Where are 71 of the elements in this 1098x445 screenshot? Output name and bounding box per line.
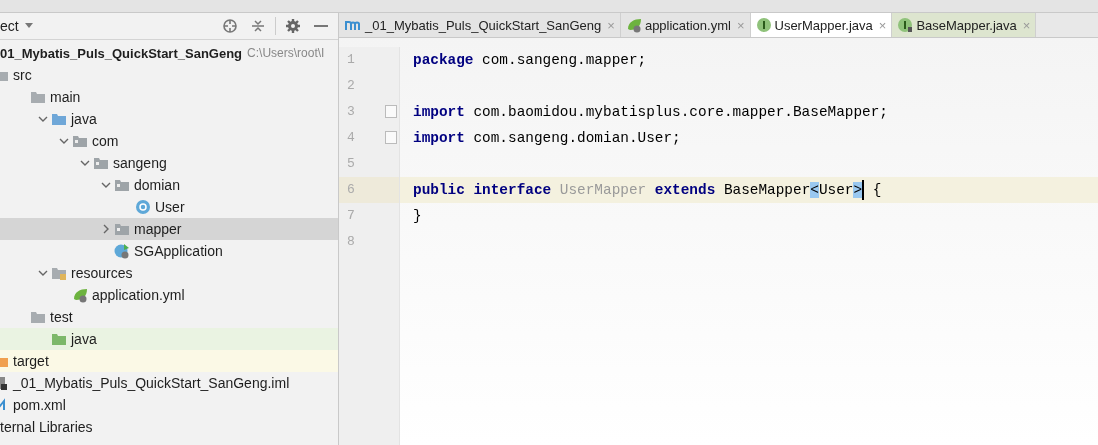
resources-folder-icon <box>51 265 67 281</box>
caret-icon[interactable] <box>24 23 33 29</box>
editor-tab[interactable]: UserMapper.java × <box>750 13 893 37</box>
tree-label: java <box>71 111 97 127</box>
tree-row[interactable]: pom.xml <box>0 394 338 416</box>
line-number: 8 <box>346 233 356 251</box>
project-name: 01_Mybatis_Puls_QuickStart_SanGeng <box>0 45 243 61</box>
tree-row[interactable]: application.yml <box>0 284 338 306</box>
tree-label: SGApplication <box>134 243 223 259</box>
tree-row[interactable]: sangeng <box>0 152 338 174</box>
tree-row[interactable]: resources <box>0 262 338 284</box>
tree-label: src <box>13 67 32 83</box>
tree-row[interactable]: SGApplication <box>0 240 338 262</box>
line-number: 5 <box>346 155 356 173</box>
tree-row[interactable]: java <box>0 328 338 350</box>
interface-icon <box>755 17 772 33</box>
code-line: import com.baomidou.mybatisplus.core.mapper.BaseMapper; <box>412 103 889 122</box>
yml-icon <box>625 17 642 33</box>
tree-row[interactable]: com <box>0 130 338 152</box>
tree-label: test <box>50 309 73 325</box>
folder-icon <box>30 89 46 105</box>
line-number: 2 <box>346 77 356 95</box>
tree-label: _01_Mybatis_Puls_QuickStart_SanGeng.iml <box>13 375 290 391</box>
tree-label: mapper <box>134 221 182 237</box>
tree-row[interactable]: target <box>0 350 338 372</box>
source-folder-icon <box>51 111 67 127</box>
editor-tab[interactable]: _01_Mybatis_Puls_QuickStart_SanGeng × <box>339 13 621 37</box>
tree-label: main <box>50 89 81 105</box>
tree-row[interactable]: src <box>0 64 338 86</box>
line-number: 3 <box>339 99 399 125</box>
editor-tab[interactable]: application.yml × <box>620 13 751 37</box>
tree-label: application.yml <box>92 287 185 303</box>
line-number: 7 <box>346 207 356 225</box>
tree-row[interactable]: _01_Mybatis_Puls_QuickStart_SanGeng.iml <box>0 372 338 394</box>
yml-icon <box>72 287 88 303</box>
tree-label: resources <box>71 265 133 281</box>
code-line: package com.sangeng.mapper; <box>412 51 648 70</box>
package-icon <box>114 221 130 237</box>
tree-row[interactable]: test <box>0 306 338 328</box>
interface-lib-icon <box>897 17 914 33</box>
package-icon <box>114 177 130 193</box>
app-icon <box>114 243 130 259</box>
tree-row[interactable]: java <box>0 108 338 130</box>
package-icon <box>93 155 109 171</box>
tree-row[interactable]: User <box>0 196 338 218</box>
tree-row[interactable]: 01_Mybatis_Puls_QuickStart_SanGeng C:\Users\root\I <box>0 42 338 64</box>
class-icon <box>135 199 151 215</box>
test-folder-icon <box>51 331 67 347</box>
tree-row[interactable]: mapper <box>0 218 338 240</box>
line-number: 1 <box>346 51 356 69</box>
tree-label: sangeng <box>113 155 167 171</box>
tree-label: target <box>13 353 49 369</box>
tree-label: com <box>92 133 119 149</box>
project-path: C:\Users\root\I <box>247 46 325 60</box>
tree-row[interactable]: domian <box>0 174 338 196</box>
folder-icon <box>30 309 46 325</box>
tree-label: ternal Libraries <box>0 419 93 435</box>
line-number: 4 <box>339 125 399 151</box>
tree-label: pom.xml <box>13 397 66 413</box>
package-icon <box>72 133 88 149</box>
module-icon <box>344 18 362 32</box>
tree-row[interactable]: ternal Libraries <box>0 416 338 438</box>
tree-row[interactable]: main <box>0 86 338 108</box>
tree-label: User <box>155 199 185 215</box>
tree-label: domian <box>134 177 180 193</box>
editor-tab[interactable]: BaseMapper.java × <box>892 13 1037 37</box>
code-line: import com.sangeng.domian.User; <box>412 129 682 148</box>
code-line: } <box>412 207 423 226</box>
view-selector[interactable]: ect <box>0 18 19 34</box>
tree-label: java <box>71 331 97 347</box>
line-number: 6 <box>339 177 399 203</box>
